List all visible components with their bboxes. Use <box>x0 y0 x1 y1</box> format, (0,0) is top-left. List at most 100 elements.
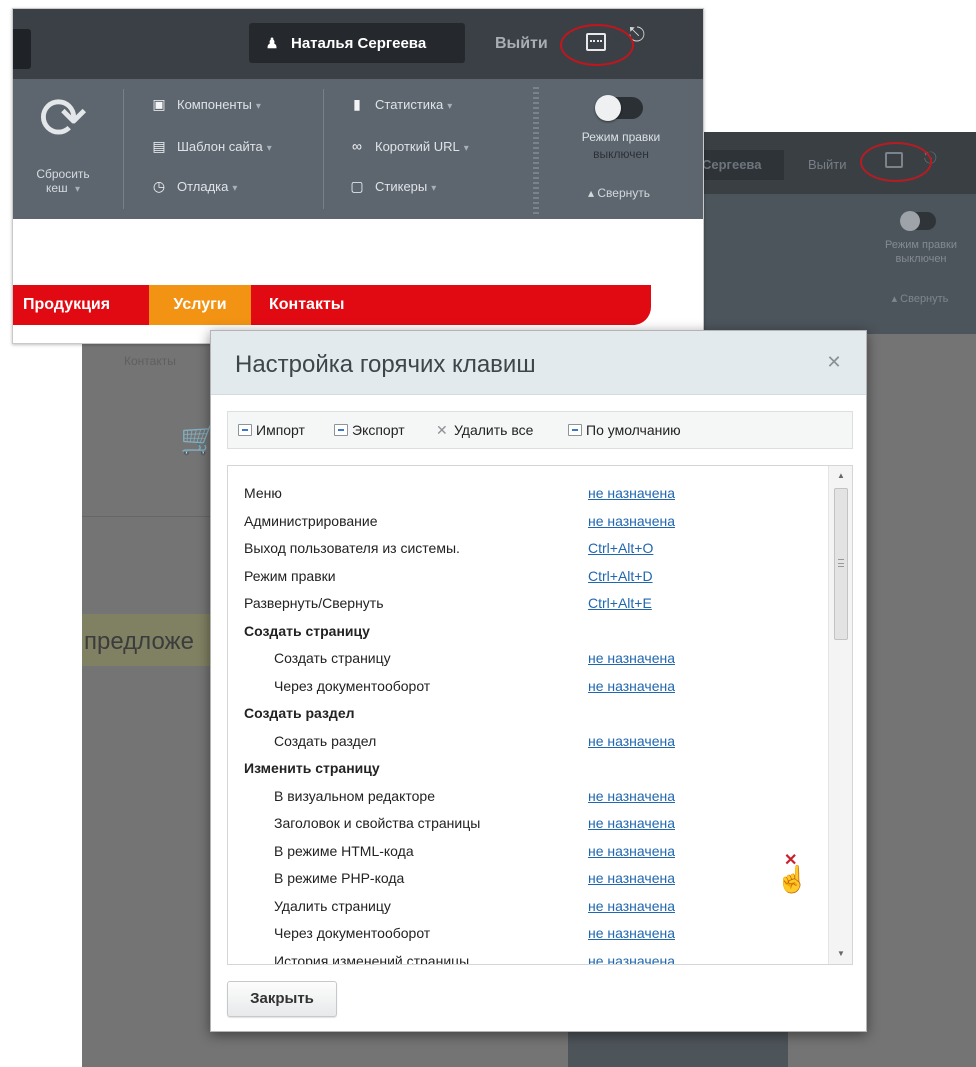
shortcut-row: В режиме HTML-кода не назначена <box>228 838 828 864</box>
shortcut-row: В визуальном редакторе не назначена <box>228 783 828 809</box>
delete-all-button[interactable]: ✕ Удалить все <box>436 412 533 448</box>
shortcut-row: Развернуть/Свернуть Ctrl+Alt+E <box>228 590 828 616</box>
export-button[interactable]: Экспорт <box>334 412 405 448</box>
shortcut-group-label: Создать страницу <box>244 622 370 639</box>
delete-icon: ✕ <box>436 422 448 438</box>
site-menu-contacts[interactable]: Контакты <box>269 285 344 325</box>
components-icon: ▣ <box>152 96 166 112</box>
close-icon[interactable]: ✕ <box>823 351 845 373</box>
site-menu-services[interactable]: Услуги <box>149 285 251 325</box>
chevron-down-icon: ▾ <box>75 184 81 195</box>
screenshot-stage: Сергеева Выйти ⎋ Режим правки выключен ▴… <box>0 0 976 1067</box>
shortcut-label: Через документооборот <box>274 677 431 694</box>
menu-statistics[interactable]: ▮ Статистика ▾ <box>347 93 452 115</box>
shortcut-key-link[interactable]: не назначена <box>588 865 675 891</box>
shortcut-row: Через документооборот не назначена <box>228 673 828 699</box>
shortcut-row: Через документооборот не назначена <box>228 920 828 946</box>
scrollbar[interactable]: ▲ ▼ <box>828 466 852 964</box>
shortcut-row: В режиме PHP-кода не назначена <box>228 865 828 891</box>
background-offer-text: предложе <box>84 628 194 655</box>
shortcut-row: Режим правки Ctrl+Alt+D <box>228 563 828 589</box>
menu-short-url[interactable]: ∞ Короткий URL ▾ <box>347 135 469 157</box>
import-button[interactable]: Импорт <box>238 412 305 448</box>
shortcut-row: Удалить страницу не назначена <box>228 893 828 919</box>
shortcut-key-link[interactable]: не назначена <box>588 728 675 754</box>
shortcut-key-link[interactable]: не назначена <box>588 783 675 809</box>
shortcut-label: В режиме HTML-кода <box>274 842 414 859</box>
debug-icon: ◷ <box>152 178 166 194</box>
menu-stickers[interactable]: ▢ Стикеры ▾ <box>347 175 436 197</box>
shortcut-label: В режиме PHP-кода <box>274 870 405 886</box>
shortcut-key-link[interactable]: не назначена <box>588 673 675 699</box>
scroll-up-icon[interactable]: ▲ <box>829 466 852 486</box>
chevron-up-icon: ▴ <box>587 186 595 200</box>
shortcut-key-link[interactable]: не назначена <box>588 810 675 836</box>
export-label: Экспорт <box>352 422 405 438</box>
shortcut-row: Создать раздел не назначена <box>228 728 828 754</box>
admin-panel-cutout: ♟ Наталья Сергеева Выйти ⎋ ⟳ Сбросить кеш… <box>12 8 704 344</box>
collapse-label: Свернуть <box>597 186 650 200</box>
scrollbar-thumb[interactable] <box>834 488 848 640</box>
shortcut-label: История изменений страницы <box>274 952 470 965</box>
link-icon: ∞ <box>352 138 362 154</box>
collapse-button[interactable]: ▴ Свернуть <box>569 186 669 200</box>
dialog-toolbar: Импорт Экспорт ✕ Удалить все По умолчанию <box>227 411 853 449</box>
background-logout-link: Выйти <box>808 157 847 172</box>
close-button[interactable]: Закрыть <box>227 981 337 1017</box>
user-name: Наталья Сергеева <box>291 35 427 52</box>
site-main-menu: Продукция Услуги Контакты <box>13 285 651 325</box>
chevron-down-icon: ▾ <box>255 101 261 112</box>
shortcut-key-link[interactable]: Ctrl+Alt+O <box>588 535 653 561</box>
import-label: Импорт <box>256 422 305 438</box>
refresh-icon[interactable]: ⟳ <box>31 87 95 151</box>
export-icon <box>334 424 348 436</box>
chevron-down-icon: ▾ <box>232 183 238 194</box>
menu-components[interactable]: ▣ Компоненты ▾ <box>149 93 261 115</box>
scroll-down-icon[interactable]: ▼ <box>829 944 852 964</box>
menu-site-template[interactable]: ▤ Шаблон сайта ▾ <box>149 135 271 157</box>
chevron-down-icon: ▾ <box>447 101 453 112</box>
dialog-header: Настройка горячих клавиш ✕ <box>211 331 866 395</box>
shortcut-row: Заголовок и свойства страницы не назначен… <box>228 810 828 836</box>
background-collapse-label: Свернуть <box>900 293 949 305</box>
background-edit-mode-label: Режим правки выключен <box>866 238 976 266</box>
import-icon <box>238 424 252 436</box>
shortcut-group-label: Изменить страницу <box>244 760 380 776</box>
shortcut-list[interactable]: Меню не назначена Администрирование не назн… <box>227 465 853 965</box>
shortcut-key-link[interactable]: не назначена <box>588 480 675 506</box>
shortcut-key-link[interactable]: не назначена <box>588 893 675 919</box>
shortcut-key-link[interactable]: Ctrl+Alt+D <box>588 563 653 589</box>
shortcut-key-link[interactable]: не назначена <box>588 838 675 864</box>
background-highlight-oval <box>860 142 932 182</box>
shortcut-label: Администрирование <box>244 512 378 529</box>
site-menu-products[interactable]: Продукция <box>23 285 110 325</box>
shortcut-label: Через документооборот <box>274 925 431 941</box>
shortcut-key-link[interactable]: не назначена <box>588 948 675 965</box>
default-button[interactable]: По умолчанию <box>568 412 681 448</box>
edit-mode-line1: Режим правки <box>581 130 661 144</box>
site-header-area <box>13 219 703 343</box>
menu-short-url-label: Короткий URL <box>375 139 460 154</box>
shortcut-key-link[interactable]: не назначена <box>588 920 675 946</box>
reset-cache-button[interactable]: Сбросить кеш ▾ <box>27 167 99 197</box>
panel-drag-handle[interactable] <box>533 87 539 215</box>
grip-icon <box>838 559 844 567</box>
shortcut-label: Заголовок и свойства страницы <box>274 815 481 831</box>
admin-topbar-left-button[interactable] <box>13 29 31 69</box>
shortcut-label: Режим правки <box>244 567 336 584</box>
shortcut-label: Удалить страницу <box>274 897 391 914</box>
user-button[interactable]: ♟ Наталья Сергеева <box>249 23 465 63</box>
edit-mode-toggle[interactable] <box>595 95 643 121</box>
shortcut-key-link[interactable]: не назначена <box>588 645 675 671</box>
menu-components-label: Компоненты <box>177 97 252 112</box>
edit-mode-label: Режим правки выключен <box>561 129 681 163</box>
shortcut-key-link[interactable]: Ctrl+Alt+E <box>588 590 652 616</box>
logout-link[interactable]: Выйти <box>495 35 548 53</box>
shortcut-key-link[interactable]: не назначена <box>588 508 675 534</box>
menu-debug[interactable]: ◷ Отладка ▾ <box>149 175 238 197</box>
menu-statistics-label: Статистика <box>375 97 444 112</box>
shortcut-label: Меню <box>244 485 282 501</box>
shortcut-label: В визуальном редакторе <box>274 787 435 804</box>
background-edit-mode-toggle <box>900 211 936 231</box>
dialog-title: Настройка горячих клавиш <box>235 351 536 378</box>
